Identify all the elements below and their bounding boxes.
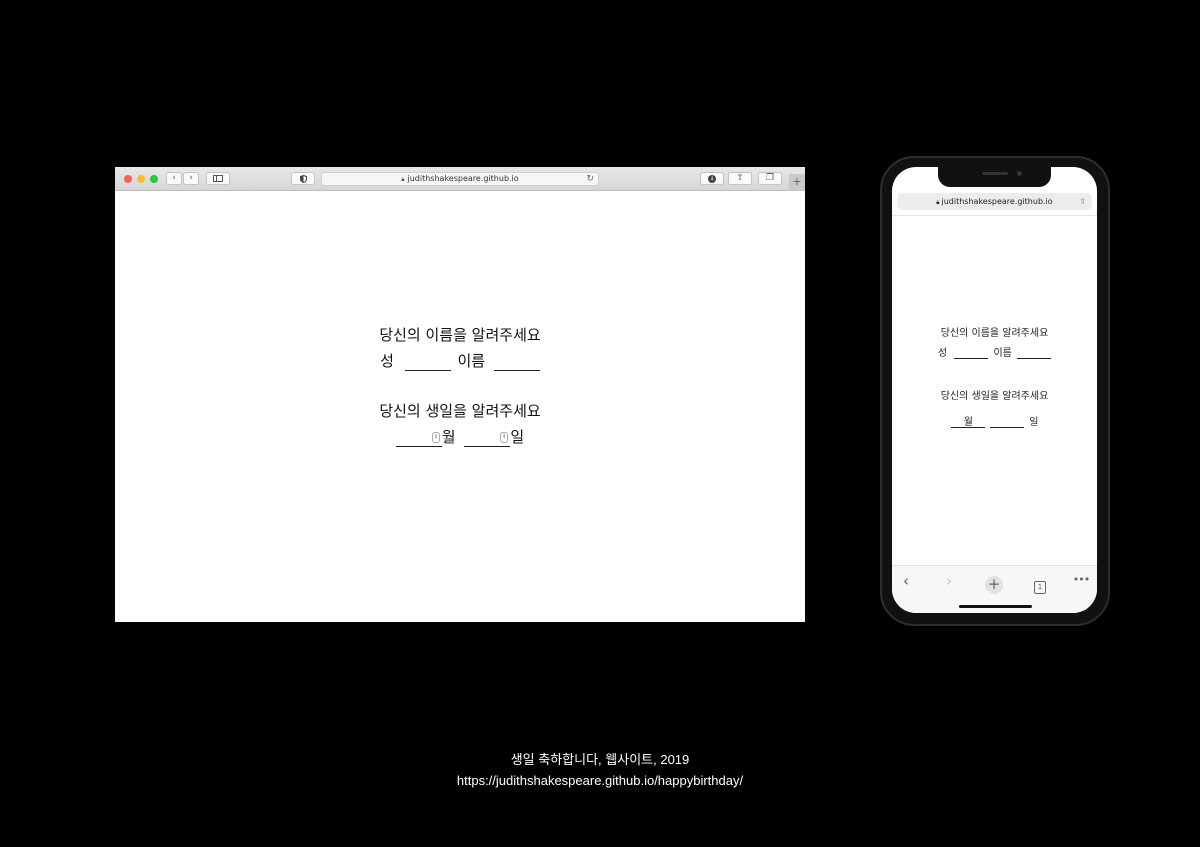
download-icon: ↓ [708,175,716,183]
mobile-last-name-input[interactable] [954,345,989,359]
mobile-new-tab-button[interactable]: + [984,575,1004,594]
mobile-birthday-prompt: 당신의 생일을 알려주세요 [940,391,1049,402]
chevron-left-icon: ‹ [903,572,909,590]
tabs-icon: ❐ [765,173,775,183]
share-button[interactable]: ⇧ [728,172,752,185]
fullscreen-window-button[interactable] [150,175,158,183]
day-label: 일 [510,428,525,446]
page-content: 당신의 이름을 알려주세요 성 이름 당신의 생일을 알려주세요 ⇕ 월 ⇕ 일 [115,191,805,622]
speaker-icon [982,172,1008,175]
first-name-input[interactable] [493,352,540,371]
mobile-month-label: 월 [963,417,973,428]
address-url: judithshakespeare.github.io [407,174,519,183]
sidebar-icon [213,175,223,182]
mobile-day-label: 일 [1029,417,1039,428]
mobile-first-name-label: 이름 [993,348,1012,359]
chevron-right-icon: › [189,173,193,183]
mobile-name-form-row: 성 이름 [892,344,1097,359]
mobile-address-url: judithshakespeare.github.io [941,197,1053,206]
mobile-birthday-form-row: 월 일 [892,407,1097,428]
first-name-label: 이름 [457,352,486,370]
mobile-day-input[interactable] [990,407,1025,428]
caption-title: 생일 축하합니다, 웹사이트, 2019 [510,752,690,767]
name-prompt: 당신의 이름을 알려주세요 [379,326,541,344]
phone-screen: 🔒︎ judithshakespeare.github.io ⇧ 당신의 이름을 … [892,167,1097,613]
mobile-name-prompt: 당신의 이름을 알려주세요 [940,328,1049,339]
desktop-browser-window: ‹ › 🔒︎judithshakespeare.github.io ↻ ↓ ⇧ [115,167,805,622]
last-name-input[interactable] [404,352,451,371]
mobile-forward-button[interactable]: › [939,572,959,590]
tab-overview-button[interactable]: ❐ [758,172,782,185]
name-form-row: 성 이름 [115,350,805,371]
address-bar[interactable]: 🔒︎ judithshakespeare.github.io ↻ [321,172,599,186]
downloads-button[interactable]: ↓ [700,172,724,185]
mobile-tabs-button[interactable]: 1 [1030,575,1050,594]
month-stepper-icon[interactable]: ⇕ [431,432,440,443]
last-name-label: 성 [380,352,394,370]
new-tab-button[interactable]: + [789,174,805,191]
caption-url: https://judithshakespeare.github.io/happ… [456,773,744,788]
privacy-report-button[interactable] [291,172,315,185]
chevron-left-icon: ‹ [172,173,176,183]
forward-button[interactable]: › [183,172,199,185]
chevron-right-icon: › [946,572,952,590]
mobile-first-name-input[interactable] [1017,345,1052,359]
birthday-form-row: ⇕ 월 ⇕ 일 [115,426,805,447]
month-label: 월 [441,428,456,446]
share-icon[interactable]: ⇧ [1079,193,1086,210]
reload-icon[interactable]: ↻ [586,173,594,185]
day-stepper-icon[interactable]: ⇕ [500,432,509,443]
tab-count: 1 [1034,581,1046,594]
mobile-back-button[interactable]: ‹ [896,572,916,590]
phone-notch [938,167,1051,187]
minimize-window-button[interactable] [137,175,145,183]
lock-icon: 🔒︎ [401,176,405,183]
mobile-address-bar[interactable]: 🔒︎ judithshakespeare.github.io ⇧ [897,193,1092,210]
home-indicator [959,605,1032,608]
share-icon: ⇧ [736,173,744,183]
back-button[interactable]: ‹ [166,172,182,185]
shield-icon [299,174,307,184]
mobile-last-name-label: 성 [937,348,948,359]
birthday-prompt: 당신의 생일을 알려주세요 [379,402,541,420]
more-icon: ••• [1072,573,1090,586]
lock-icon: 🔒︎ [936,199,940,206]
browser-toolbar: ‹ › 🔒︎judithshakespeare.github.io ↻ ↓ ⇧ [115,167,805,191]
mobile-more-button[interactable]: ••• [1071,573,1091,586]
divider [892,215,1097,216]
plus-icon: + [985,576,1003,594]
camera-icon [1017,171,1022,176]
close-window-button[interactable] [124,175,132,183]
sidebar-toggle-button[interactable] [206,172,230,185]
